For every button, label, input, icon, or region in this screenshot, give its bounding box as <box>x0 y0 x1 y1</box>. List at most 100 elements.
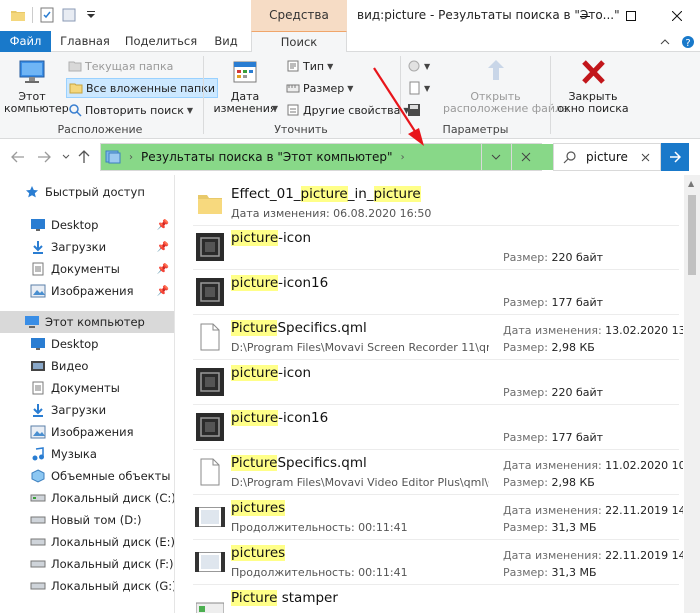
pin-icon[interactable]: 📌 <box>157 264 169 275</box>
minimize-button[interactable] <box>562 0 608 31</box>
close-search-button[interactable]: Закрыть окно поиска <box>557 56 629 115</box>
nav-pc-drive-f[interactable]: Локальный диск (F:) <box>0 553 174 575</box>
address-bar[interactable]: › Результаты поиска в "Этот компьютер" › <box>100 143 583 171</box>
result-row[interactable]: picture-icon16 Размер: 177 байт <box>193 406 679 450</box>
all-subfolders-button[interactable]: Все вложенные папки <box>66 78 219 98</box>
nav-pc-music[interactable]: Музыка <box>0 443 174 465</box>
result-row[interactable]: PictureSpecifics.qml D:\Program Files\Mov… <box>193 316 683 360</box>
result-name-part: -icon <box>278 365 312 381</box>
scrollbar-thumb[interactable] <box>688 195 696 275</box>
up-button[interactable] <box>76 149 92 165</box>
result-row[interactable]: PictureSpecifics.qml D:\Program Files\Mov… <box>193 451 683 495</box>
scroll-up-icon[interactable]: ▲ <box>688 179 694 188</box>
nav-quick-documents[interactable]: Документы 📌 <box>0 258 174 280</box>
address-path-text[interactable]: Результаты поиска в "Этот компьютер" <box>141 150 393 164</box>
address-dropdown-button[interactable] <box>481 144 509 170</box>
result-row[interactable]: picture-icon16 Размер: 177 байт <box>193 271 679 315</box>
nav-this-pc[interactable]: Этот компьютер <box>0 311 174 333</box>
properties-icon[interactable] <box>39 7 55 23</box>
tab-home[interactable]: Главная <box>56 31 114 52</box>
back-button[interactable] <box>10 149 26 165</box>
nav-quick-desktop[interactable]: Desktop 📌 <box>0 214 174 236</box>
customize-qat-icon[interactable] <box>83 7 99 23</box>
nav-pc-desktop[interactable]: Desktop <box>0 333 174 355</box>
result-name-part: Effect_01_ <box>231 186 301 202</box>
nav-quick-access[interactable]: Быстрый доступ <box>0 181 174 203</box>
result-row[interactable]: picture-icon Размер: 220 байт <box>193 226 679 270</box>
chevron-down-icon <box>491 154 500 160</box>
nav-pc-drive-g[interactable]: Локальный диск (G:) <box>0 575 174 597</box>
search-match-highlight: picture <box>231 410 279 426</box>
result-row[interactable]: picture-icon Размер: 220 байт <box>193 361 679 405</box>
group-options: ▼ ▼ Открыть расположение файла Параметры <box>403 52 569 139</box>
tab-share[interactable]: Поделиться <box>120 31 202 52</box>
result-modified-value: 13.02.2020 13:42 <box>605 324 683 337</box>
new-folder-icon[interactable] <box>61 7 77 23</box>
chevron-right-icon[interactable]: › <box>401 152 405 163</box>
nav-quick-downloads[interactable]: Загрузки 📌 <box>0 236 174 258</box>
pin-icon[interactable]: 📌 <box>157 286 169 297</box>
nav-pc-drive-c[interactable]: Локальный диск (C:) <box>0 487 174 509</box>
size-label: Размер <box>303 81 345 95</box>
nav-pc-drive-e[interactable]: Локальный диск (E:) <box>0 531 174 553</box>
documents-icon <box>30 261 46 277</box>
address-clear-button[interactable] <box>511 144 539 170</box>
repeat-search-button[interactable]: Повторить поиск ▼ <box>66 100 195 120</box>
drive-icon <box>30 490 46 506</box>
result-row[interactable]: pictures Продолжительность: 00:11:41 Дата … <box>193 496 683 540</box>
type-button[interactable]: Тип ▼ <box>284 56 335 76</box>
results-list: Effect_01_picture_in_picture Дата изменен… <box>175 175 683 613</box>
search-box[interactable]: picture <box>553 143 661 171</box>
chevron-down-icon: ▼ <box>424 61 431 71</box>
nav-pc-videos[interactable]: Видео <box>0 355 174 377</box>
nav-quick-pictures[interactable]: Изображения 📌 <box>0 280 174 302</box>
pin-icon[interactable]: 📌 <box>157 242 169 253</box>
save-search-button[interactable] <box>405 100 423 120</box>
close-button[interactable] <box>654 0 700 31</box>
result-row[interactable]: pictures Продолжительность: 00:11:41 Дата … <box>193 541 683 585</box>
search-go-button[interactable] <box>661 143 689 171</box>
nav-pc-downloads[interactable]: Загрузки <box>0 399 174 421</box>
search-input[interactable]: picture <box>586 144 628 170</box>
scrollbar[interactable]: ▲ <box>684 175 700 613</box>
current-folder-button[interactable]: Текущая папка <box>66 56 175 76</box>
result-row[interactable]: Picture stamper <box>193 586 679 613</box>
result-name-part: stamper <box>277 590 338 606</box>
this-pc-button[interactable]: Этот компьютер <box>4 56 69 115</box>
other-properties-button[interactable]: Другие свойства ▼ <box>284 100 412 120</box>
nav-pc-drive-d[interactable]: Новый том (D:) <box>0 509 174 531</box>
date-modified-button[interactable]: Дата изменения ▼ <box>210 56 280 115</box>
nav-item-label: Объемные объекты <box>51 469 171 483</box>
search-icon <box>563 151 576 164</box>
collapse-ribbon-button[interactable] <box>657 34 673 50</box>
advanced-options-button[interactable]: ▼ <box>405 78 432 98</box>
nav-pc-pictures[interactable]: Изображения <box>0 421 174 443</box>
result-size-label: Размер: <box>503 341 552 354</box>
documents-icon <box>30 380 46 396</box>
arrow-right-icon <box>38 151 51 163</box>
close-search-label: Закрыть окно поиска <box>557 90 629 115</box>
tab-view[interactable]: Вид <box>206 31 246 52</box>
open-file-location-button[interactable]: Открыть расположение файла <box>443 56 569 115</box>
result-size-label: Размер: <box>503 521 552 534</box>
navigation-pane: Быстрый доступ Desktop 📌 Загрузки 📌 Доку… <box>0 175 175 613</box>
search-match-highlight: pictures <box>231 545 286 561</box>
forward-button[interactable] <box>36 149 52 165</box>
nav-pc-documents[interactable]: Документы <box>0 377 174 399</box>
save-icon <box>408 104 420 116</box>
result-name: picture-icon16 <box>231 410 328 426</box>
address-row: › Результаты поиска в "Этот компьютер" ›… <box>0 139 700 175</box>
help-button[interactable]: ? <box>680 34 696 50</box>
group-options-label: Параметры <box>442 123 509 136</box>
search-tools-context-tab: Средства поиска <box>251 0 347 53</box>
maximize-button[interactable] <box>608 0 654 31</box>
nav-pc-3d-objects[interactable]: Объемные объекты <box>0 465 174 487</box>
pin-icon[interactable]: 📌 <box>157 220 169 231</box>
tab-search[interactable]: Поиск <box>251 31 347 53</box>
recent-searches-button[interactable]: ▼ <box>405 56 432 76</box>
tab-file[interactable]: Файл <box>0 31 51 52</box>
recent-locations-button[interactable] <box>58 149 74 165</box>
result-row[interactable]: Effect_01_picture_in_picture Дата изменен… <box>193 182 679 226</box>
group-refine-label: Уточнить <box>274 123 328 136</box>
size-button[interactable]: Размер ▼ <box>284 78 355 98</box>
